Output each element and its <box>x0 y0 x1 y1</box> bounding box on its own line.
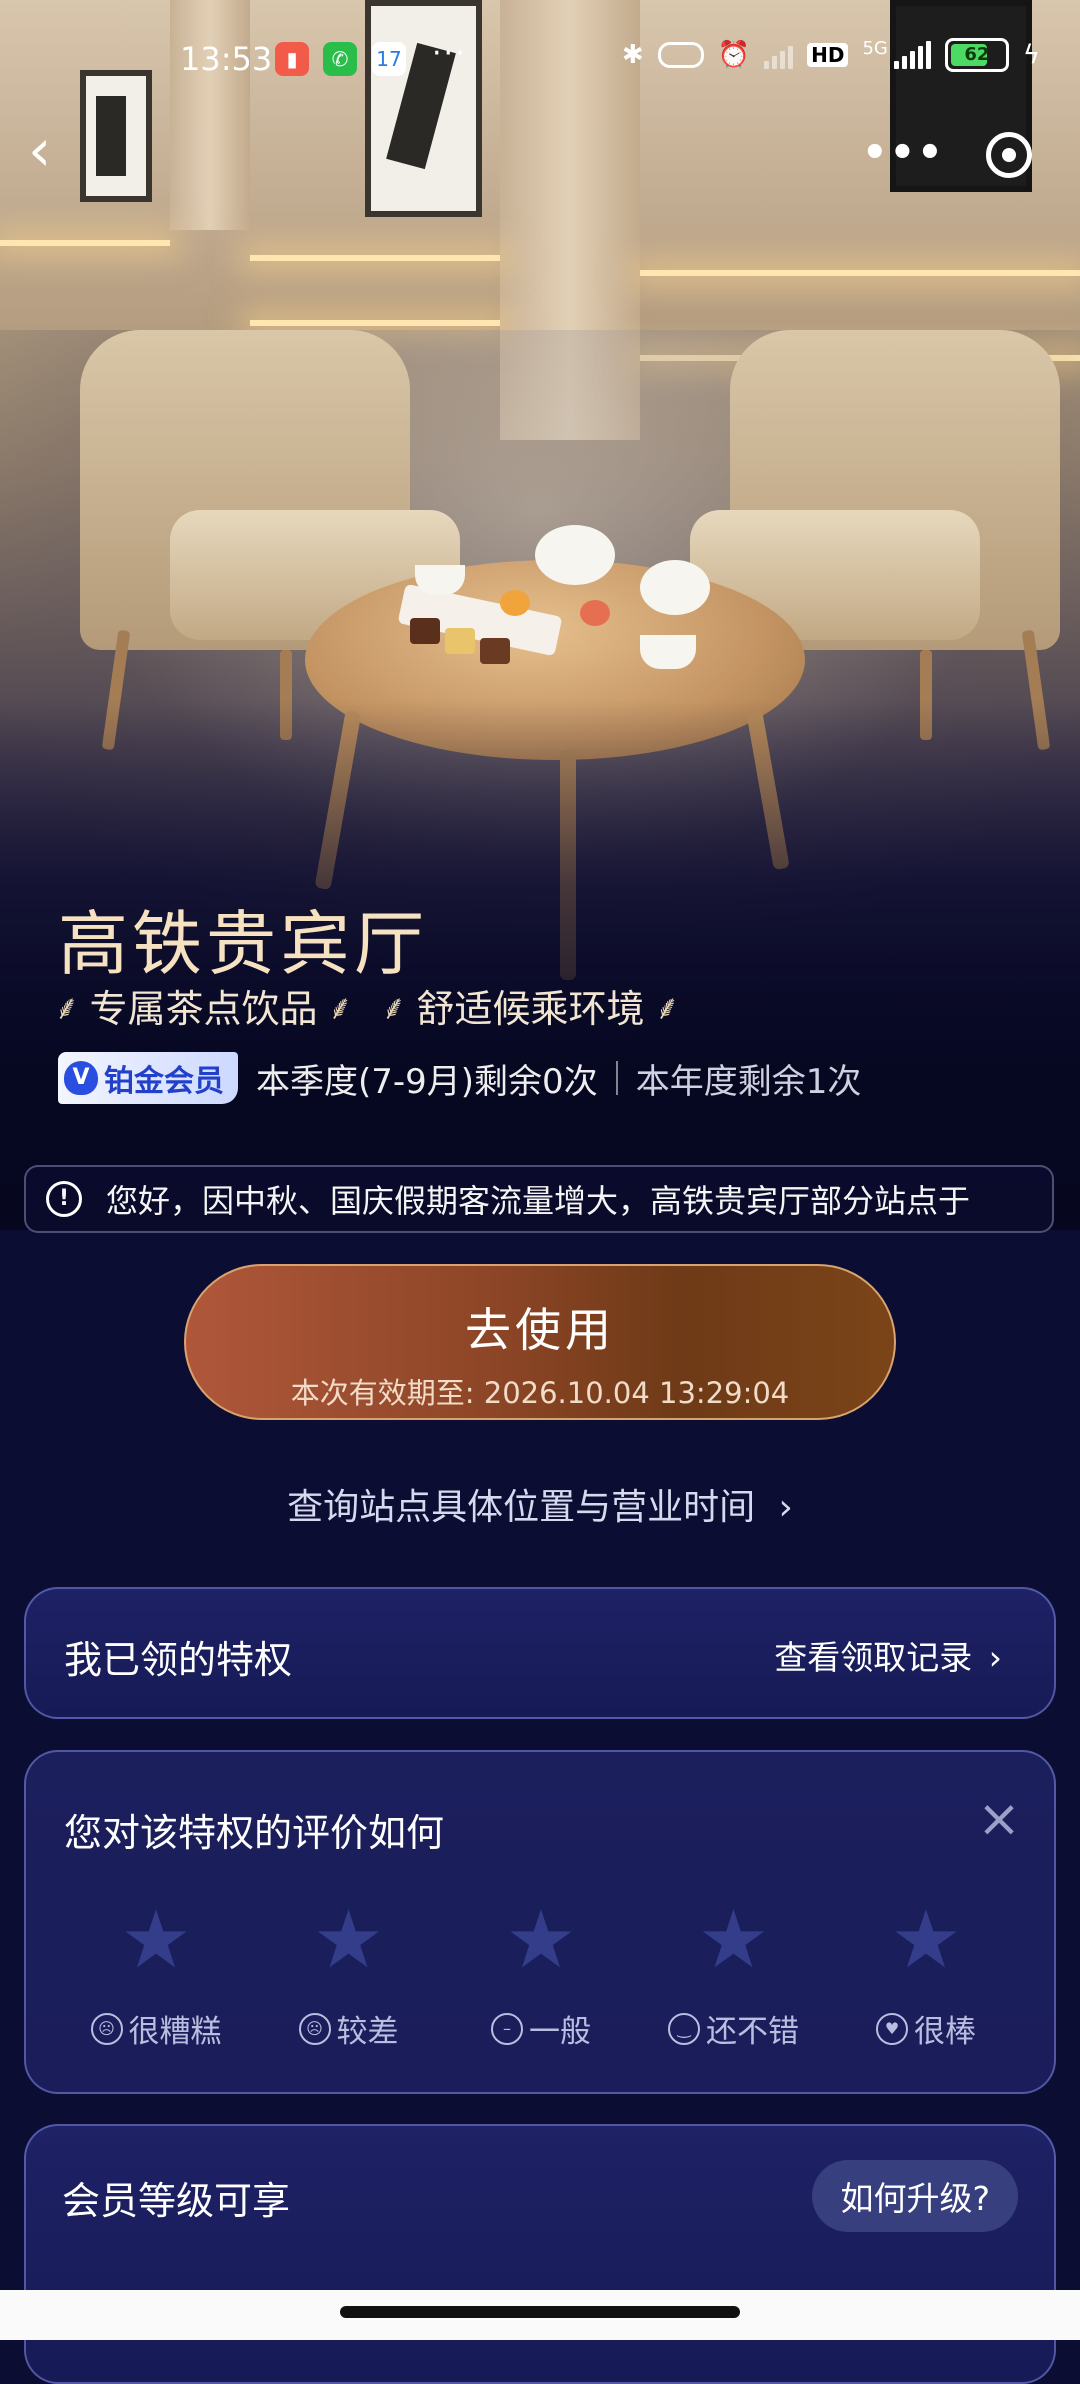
app-notification-icon: ▮ <box>275 42 309 76</box>
rating-option-label: 较差 <box>336 2014 399 2050</box>
rating-option[interactable]: ★ ☹ 很糟糕 <box>66 1900 246 2051</box>
info-icon: ! <box>46 1181 82 1217</box>
phone-icon: ✆ <box>323 42 357 76</box>
back-button[interactable]: ‹ <box>28 120 88 180</box>
view-records-label: 查看领取记录 <box>774 1638 973 1677</box>
neutral-face-icon: – <box>491 2012 523 2045</box>
divider <box>615 1061 618 1095</box>
validity-text: 本次有效期至: 2026.10.04 13:29:04 <box>290 1376 790 1410</box>
rating-option-label-row: ♥ 很棒 <box>836 2006 1016 2051</box>
laurel-right-icon: ⸙ <box>654 987 681 1028</box>
close-icon[interactable]: × <box>974 1793 1024 1845</box>
rating-option-label-row: ‿ 还不错 <box>644 2006 824 2051</box>
notice-banner[interactable]: ! 您好，因中秋、国庆假期客流量增大，高铁贵宾厅部分站点于 <box>24 1165 1054 1233</box>
shield-icon: V <box>64 1061 98 1095</box>
star-icon: ★ <box>697 1893 770 1986</box>
chevron-left-icon: ‹ <box>28 116 52 184</box>
rating-option-label: 很糟糕 <box>128 2014 222 2050</box>
star-icon: ★ <box>312 1893 385 1986</box>
laurel-right-icon: ⸙ <box>327 987 354 1028</box>
page-title: 高铁贵宾厅 <box>58 903 428 985</box>
perk-item: ⸙ 舒适候乘环境 ⸙ <box>381 978 680 1033</box>
use-button[interactable]: 去使用 本次有效期至: 2026.10.04 13:29:04 <box>184 1264 896 1420</box>
hero-photo <box>0 0 1080 1230</box>
calendar-icon: 17 <box>372 42 406 76</box>
rating-option[interactable]: ★ ‿ 还不错 <box>644 1900 824 2051</box>
claimed-privileges-label: 我已领的特权 <box>64 1638 293 1682</box>
network-type: 5G <box>862 37 888 59</box>
quarter-remaining: 本季度(7-9月)剩余0次 <box>256 1061 598 1102</box>
rating-options: ★ ☹ 很糟糕 ★ ☹ 较差 ★ – 一般 ★ ‿ 还不错 ★ ♥ 很棒 <box>66 1900 1016 2051</box>
rating-question: 您对该特权的评价如何 <box>64 1811 445 1855</box>
rating-option-label: 很棒 <box>914 2014 976 2050</box>
rating-option[interactable]: ★ ☹ 较差 <box>259 1900 439 2051</box>
very-sad-face-icon: ☹ <box>90 2012 123 2045</box>
perk-label: 舒适候乘环境 <box>416 987 645 1031</box>
more-button[interactable]: ••• <box>862 130 943 176</box>
star-icon: ★ <box>505 1893 577 1986</box>
battery-level: 62 <box>964 44 990 65</box>
laurel-left-icon: ⸙ <box>381 987 407 1028</box>
claimed-privileges-card: 我已领的特权 查看领取记录 › <box>24 1587 1056 1719</box>
rating-option-label-row: ☹ 较差 <box>259 2006 439 2051</box>
member-tier-card: 会员等级可享 如何升级? <box>24 2124 1056 2384</box>
home-indicator[interactable] <box>340 2306 740 2318</box>
year-remaining: 本年度剩余1次 <box>635 1061 862 1102</box>
status-right-cluster: ✱ ⏰ HD 5G 62 ϟ <box>622 38 1040 72</box>
signal-icon <box>893 41 931 69</box>
vibrate-icon <box>657 42 704 68</box>
love-face-icon: ♥ <box>876 2012 908 2045</box>
membership-badge: V 铂金会员 <box>58 1052 238 1104</box>
chevron-right-icon: › <box>778 1487 793 1528</box>
chevron-right-icon: › <box>988 1638 1002 1677</box>
battery-icon: 62 <box>944 38 1009 72</box>
notice-text: 您好，因中秋、国庆假期客流量增大，高铁贵宾厅部分站点于 <box>106 1182 971 1220</box>
view-records-link[interactable]: 查看领取记录 › <box>774 1631 1002 1679</box>
sad-face-icon: ☹ <box>298 2012 331 2045</box>
close-miniapp-button[interactable] <box>986 132 1032 178</box>
rating-option-label: 还不错 <box>706 2014 799 2050</box>
status-time: 13:53 <box>180 40 273 78</box>
bluetooth-icon: ✱ <box>621 40 644 70</box>
rating-option-label-row: – 一般 <box>451 2006 631 2051</box>
star-icon: ★ <box>120 1893 192 1986</box>
alarm-icon: ⏰ <box>717 40 751 70</box>
charging-icon: ϟ <box>1022 40 1040 70</box>
rating-option-label: 一般 <box>529 2014 591 2050</box>
more-notifications-icon: ··· <box>432 36 467 71</box>
rating-option[interactable]: ★ – 一般 <box>451 1900 631 2051</box>
signal-weak-icon <box>764 41 794 69</box>
how-to-upgrade-button[interactable]: 如何升级? <box>812 2160 1018 2232</box>
perks-row: ⸙ 专属茶点饮品 ⸙ ⸙ 舒适候乘环境 ⸙ <box>54 978 680 1033</box>
laurel-left-icon: ⸙ <box>54 987 80 1028</box>
rating-option[interactable]: ★ ♥ 很棒 <box>836 1900 1016 2051</box>
star-icon: ★ <box>890 1893 962 1986</box>
smile-face-icon: ‿ <box>668 2012 700 2045</box>
rating-option-label-row: ☹ 很糟糕 <box>66 2006 246 2051</box>
station-query-link[interactable]: 查询站点具体位置与营业时间 › <box>0 1478 1080 1530</box>
use-button-label: 去使用 <box>465 1303 615 1357</box>
rating-card: 您对该特权的评价如何 × ★ ☹ 很糟糕 ★ ☹ 较差 ★ – 一般 ★ ‿ 还不错 ★… <box>24 1750 1056 2094</box>
hd-icon: HD <box>807 43 849 67</box>
membership-row: V 铂金会员 本季度(7-9月)剩余0次 本年度剩余1次 <box>58 1052 861 1104</box>
perk-label: 专属茶点饮品 <box>89 987 318 1031</box>
perk-item: ⸙ 专属茶点饮品 ⸙ <box>54 978 353 1033</box>
badge-label: 铂金会员 <box>104 1064 224 1099</box>
status-bar: 13:53 ▮ ✆ 17 ··· ✱ ⏰ HD 5G 62 ϟ <box>0 30 1080 90</box>
station-query-label: 查询站点具体位置与营业时间 <box>287 1487 756 1528</box>
member-tier-label: 会员等级可享 <box>62 2179 291 2223</box>
more-icon: ••• <box>862 130 945 176</box>
